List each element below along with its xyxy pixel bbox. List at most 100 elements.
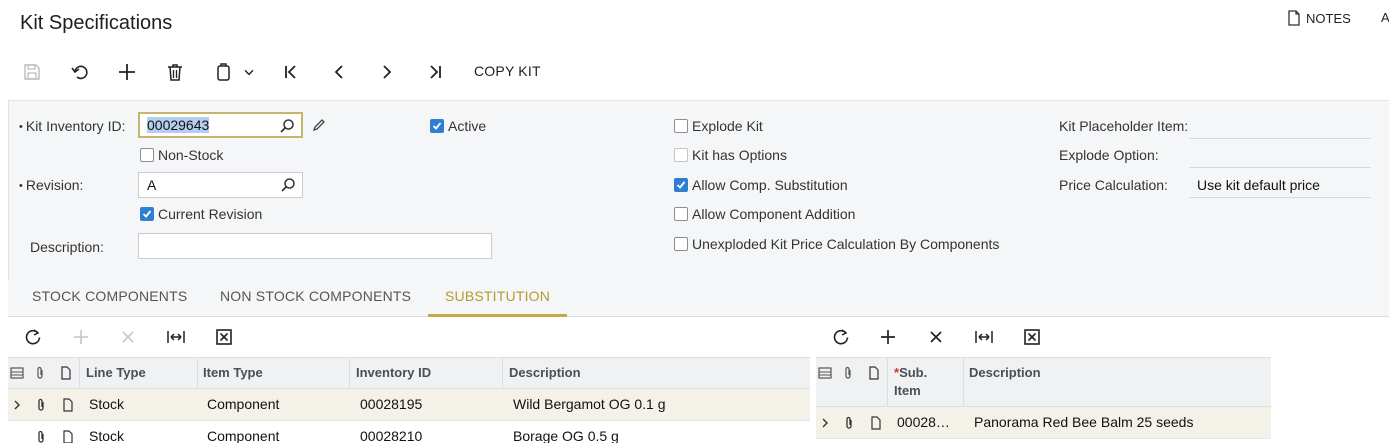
close-icon — [930, 331, 942, 343]
kit-has-options-label: Kit has Options — [692, 147, 787, 163]
explode-kit-checkbox[interactable]: Explode Kit — [674, 118, 763, 134]
last-icon — [430, 65, 441, 79]
allow-comp-substitution-checkbox[interactable]: Allow Comp. Substitution — [674, 177, 848, 193]
unexploded-price-box[interactable] — [674, 237, 688, 251]
previous-icon — [334, 65, 343, 79]
explode-kit-label: Explode Kit — [692, 118, 763, 134]
note-icon — [869, 366, 879, 380]
chevron-right-icon[interactable] — [818, 416, 832, 430]
chevron-right-icon[interactable] — [10, 398, 24, 412]
delete-row-button[interactable] — [117, 326, 139, 348]
note-icon[interactable] — [869, 416, 883, 430]
active-checkbox[interactable]: Active — [430, 118, 486, 134]
non-stock-checkbox[interactable]: Non-Stock — [140, 147, 223, 163]
active-box[interactable] — [430, 119, 444, 133]
allow-comp-substitution-label: Allow Comp. Substitution — [692, 177, 848, 193]
grid-header: Line Type Item Type Inventory ID Descrip… — [8, 357, 810, 389]
cell-item-type[interactable]: Component — [201, 421, 351, 443]
cell-description[interactable]: Wild Bergamot OG 0.1 g — [507, 389, 807, 420]
next-record-button[interactable] — [377, 60, 397, 84]
add-row-button[interactable] — [877, 326, 899, 348]
tab-substitution[interactable]: SUBSTITUTION — [445, 288, 550, 304]
first-icon — [285, 65, 296, 79]
refresh-button[interactable] — [22, 326, 44, 348]
revision-value: A — [147, 177, 157, 193]
cell-inventory-id[interactable]: 00028210 — [354, 421, 504, 443]
description-input[interactable] — [138, 233, 492, 259]
kit-specifications-screen: Kit Specifications NOTES A COPY KIT • Ki… — [0, 0, 1389, 443]
revision-label: • Revision: — [19, 177, 84, 193]
explode-kit-box[interactable] — [674, 119, 688, 133]
first-record-button[interactable] — [281, 60, 301, 84]
active-tab-indicator — [428, 314, 567, 317]
allow-component-addition-label: Allow Component Addition — [692, 206, 856, 222]
last-record-button[interactable] — [425, 60, 445, 84]
explode-option-underline — [1189, 167, 1371, 168]
attachment-icon[interactable] — [34, 398, 48, 412]
current-revision-checkbox[interactable]: Current Revision — [140, 206, 262, 222]
delete-button[interactable] — [165, 60, 185, 84]
cell-line-type[interactable]: Stock — [83, 421, 198, 443]
edit-pencil-icon[interactable] — [311, 117, 327, 133]
search-icon[interactable] — [280, 177, 296, 193]
table-row[interactable]: Stock Component 00028195 Wild Bergamot O… — [8, 389, 810, 421]
attachment-icon[interactable] — [34, 430, 48, 443]
current-revision-box[interactable] — [140, 207, 154, 221]
cell-line-type[interactable]: Stock — [83, 389, 198, 420]
notes-button[interactable]: NOTES — [1287, 10, 1351, 26]
attachment-icon[interactable] — [842, 416, 856, 430]
substitute-items-grid: *Sub. Item Description 00028… Panorama Re… — [816, 357, 1271, 443]
attachment-icon — [37, 366, 43, 379]
active-label: Active — [448, 118, 487, 134]
copy-kit-button[interactable]: COPY KIT — [474, 63, 541, 79]
clipboard-dropdown[interactable] — [241, 60, 257, 84]
add-row-button[interactable] — [70, 326, 92, 348]
previous-record-button[interactable] — [329, 60, 349, 84]
allow-component-addition-checkbox[interactable]: Allow Component Addition — [674, 206, 855, 222]
explode-option-label: Explode Option: — [1059, 147, 1159, 163]
cell-inventory-id[interactable]: 00028195 — [354, 389, 504, 420]
allow-comp-substitution-box[interactable] — [674, 178, 688, 192]
fit-columns-button[interactable] — [973, 326, 995, 348]
column-header-inventory-id[interactable]: Inventory ID — [350, 358, 503, 388]
price-calculation-value[interactable]: Use kit default price — [1197, 177, 1320, 193]
add-icon — [119, 64, 135, 80]
header-overflow-label[interactable]: A — [1381, 10, 1389, 25]
save-button[interactable] — [22, 60, 42, 84]
export-excel-button[interactable] — [213, 326, 235, 348]
row-selector-icon[interactable] — [818, 366, 832, 380]
kit-inventory-id-input[interactable]: 00029643 — [138, 112, 303, 138]
cell-description[interactable]: Panorama Red Bee Balm 25 seeds — [968, 407, 1268, 438]
tab-stock-components[interactable]: STOCK COMPONENTS — [32, 288, 187, 304]
revision-input[interactable]: A — [138, 172, 303, 198]
delete-row-button[interactable] — [925, 326, 947, 348]
column-header-line-type[interactable]: Line Type — [79, 358, 198, 388]
unexploded-price-checkbox[interactable]: Unexploded Kit Price Calculation By Comp… — [674, 236, 999, 252]
search-icon[interactable] — [279, 118, 295, 134]
cell-sub-item[interactable]: 00028… — [891, 407, 964, 438]
current-revision-label: Current Revision — [158, 206, 263, 222]
refresh-button[interactable] — [830, 326, 852, 348]
column-header-description[interactable]: Description — [963, 358, 1271, 406]
tab-non-stock-components[interactable]: NON STOCK COMPONENTS — [220, 288, 411, 304]
fit-columns-button[interactable] — [165, 326, 187, 348]
allow-component-addition-box[interactable] — [674, 207, 688, 221]
cell-description[interactable]: Borage OG 0.5 g — [507, 421, 807, 443]
kit-has-options-checkbox[interactable]: Kit has Options — [674, 147, 787, 163]
column-header-item-type[interactable]: Item Type — [197, 358, 350, 388]
table-row[interactable]: 00028… Panorama Red Bee Balm 25 seeds — [816, 407, 1271, 439]
clipboard-button[interactable] — [213, 60, 235, 84]
column-header-description[interactable]: Description — [503, 358, 810, 388]
non-stock-box[interactable] — [140, 148, 154, 162]
row-selector-icon[interactable] — [10, 366, 24, 380]
kit-has-options-box[interactable] — [674, 148, 688, 162]
export-excel-button[interactable] — [1021, 326, 1043, 348]
column-header-sub-item[interactable]: *Sub. Item — [887, 358, 964, 406]
undo-button[interactable] — [70, 60, 90, 84]
note-icon[interactable] — [61, 398, 75, 412]
cell-item-type[interactable]: Component — [201, 389, 351, 420]
substitution-components-grid: Line Type Item Type Inventory ID Descrip… — [8, 357, 810, 443]
note-icon[interactable] — [61, 430, 75, 443]
add-button[interactable] — [117, 60, 137, 84]
table-row[interactable]: Stock Component 00028210 Borage OG 0.5 g — [8, 421, 810, 443]
